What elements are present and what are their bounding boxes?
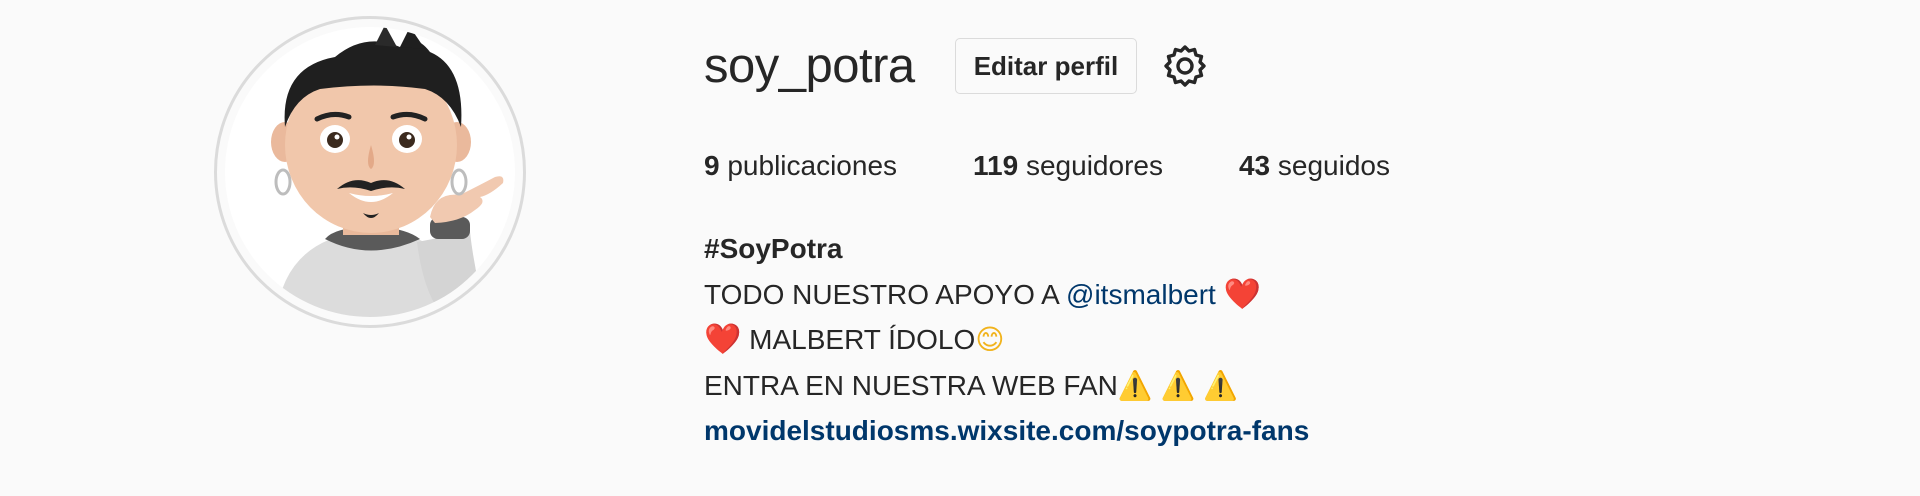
bio-line-1-text: TODO NUESTRO APOYO A bbox=[704, 278, 1067, 310]
bio-line-3-text: ENTRA EN NUESTRA WEB FAN bbox=[704, 369, 1118, 401]
bio-line-1: TODO NUESTRO APOYO A @itsmalbert ❤️ bbox=[704, 272, 1804, 318]
username: soy_potra bbox=[704, 38, 915, 93]
profile-bio: #SoyPotra TODO NUESTRO APOYO A @itsmalbe… bbox=[704, 226, 1804, 454]
following-count: 43 bbox=[1238, 150, 1271, 181]
avatar[interactable] bbox=[225, 27, 515, 317]
memoji-avatar-image bbox=[271, 27, 504, 317]
posts-count: 9 bbox=[704, 150, 720, 181]
mention-link[interactable]: @itsmalbert bbox=[1066, 279, 1216, 310]
followers-stat[interactable]: 119 seguidores bbox=[973, 150, 1163, 182]
bio-line-2-text: MALBERT ÍDOLO bbox=[741, 324, 976, 355]
smile-emoji-icon: 😊 bbox=[975, 324, 1005, 355]
bio-line-2: ❤️ MALBERT ÍDOLO😊 bbox=[704, 317, 1804, 363]
following-stat[interactable]: 43 seguidos bbox=[1239, 150, 1390, 182]
followers-label: seguidores bbox=[1025, 150, 1163, 181]
avatar-ring[interactable] bbox=[214, 16, 526, 328]
heart-emoji-icon: ❤️ bbox=[1223, 277, 1261, 311]
profile-header-row: soy_potra Editar perfil bbox=[704, 30, 1804, 102]
posts-label: publicaciones bbox=[727, 150, 898, 181]
profile-info: soy_potra Editar perfil 9 publicaciones … bbox=[704, 30, 1804, 454]
bio-name: #SoyPotra bbox=[704, 233, 843, 264]
warning-emoji-icon: ⚠️ ⚠️ ⚠️ bbox=[1117, 369, 1239, 401]
profile-page: soy_potra Editar perfil 9 publicaciones … bbox=[0, 0, 1920, 496]
bio-line-3: ENTRA EN NUESTRA WEB FAN⚠️ ⚠️ ⚠️ bbox=[704, 363, 1804, 409]
website-link[interactable]: movidelstudiosms.wixsite.com/soypotra-fa… bbox=[704, 408, 1804, 454]
heart-emoji-icon: ❤️ bbox=[704, 323, 742, 356]
gear-icon[interactable] bbox=[1161, 42, 1209, 90]
edit-profile-button[interactable]: Editar perfil bbox=[954, 38, 1138, 94]
followers-count: 119 bbox=[973, 150, 1019, 181]
following-label: seguidos bbox=[1277, 150, 1390, 181]
profile-stats: 9 publicaciones 119 seguidores 43 seguid… bbox=[704, 150, 1804, 182]
posts-stat: 9 publicaciones bbox=[704, 150, 897, 182]
